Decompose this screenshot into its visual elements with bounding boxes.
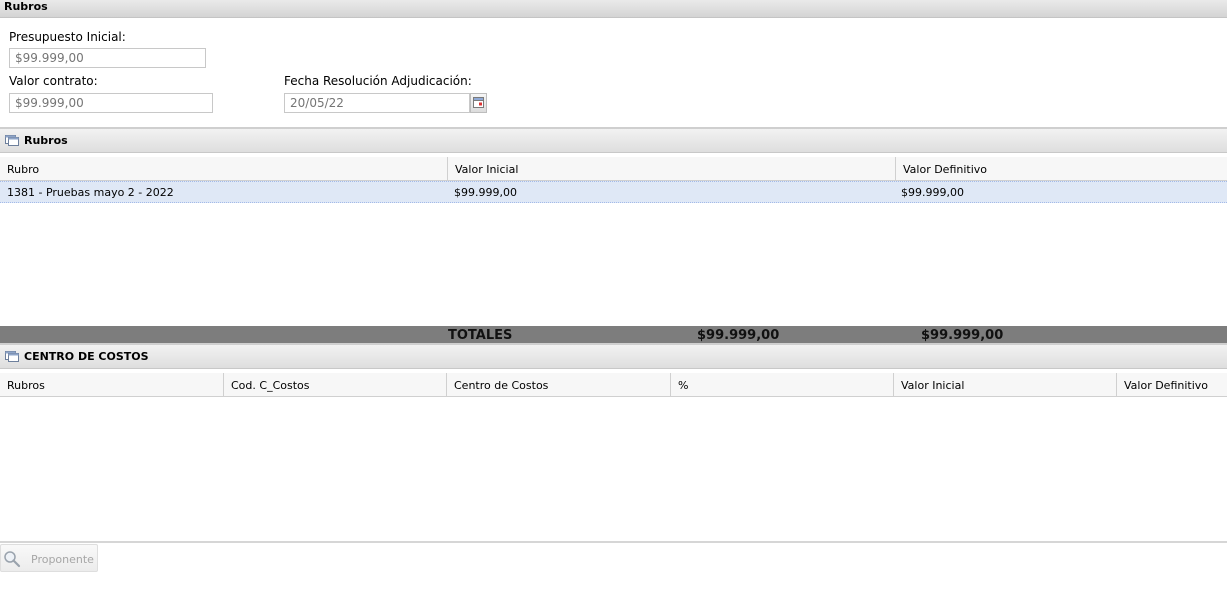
search-icon (4, 551, 21, 568)
window-icon (5, 351, 19, 362)
rubros-grid-header: Rubro Valor Inicial Valor Definitivo (0, 157, 1227, 181)
calendar-button[interactable] (470, 93, 487, 113)
calendar-icon (473, 97, 484, 108)
cell-valor-inicial: $99.999,00 (454, 186, 517, 199)
column-header-rubros[interactable]: Rubros (0, 373, 224, 396)
centro-costos-panel-header: CENTRO DE COSTOS (0, 343, 1227, 369)
centro-costos-grid-header: Rubros Cod. C_Costos Centro de Costos % … (0, 373, 1227, 397)
rubros-panel-title: Rubros (24, 134, 68, 147)
centro-costos-panel-title: CENTRO DE COSTOS (24, 350, 149, 363)
valor-contrato-label: Valor contrato: (9, 74, 98, 88)
cell-rubro: 1381 - Pruebas mayo 2 - 2022 (7, 186, 174, 199)
column-header-valor-inicial[interactable]: Valor Inicial (448, 157, 896, 180)
window-title: Rubros (4, 0, 48, 13)
column-header-valor-definitivo[interactable]: Valor Definitivo (896, 157, 1227, 180)
fecha-resolucion-label: Fecha Resolución Adjudicación: (284, 74, 472, 88)
column-header-rubro[interactable]: Rubro (0, 157, 448, 180)
divider (0, 541, 1227, 543)
proponente-button[interactable]: Proponente (0, 544, 98, 572)
totals-bar: TOTALES $99.999,00 $99.999,00 (0, 326, 1227, 343)
window-icon (5, 135, 19, 146)
rubros-panel-header: Rubros (0, 127, 1227, 153)
presupuesto-inicial-label: Presupuesto Inicial: (9, 30, 126, 44)
window-title-bar: Rubros (0, 0, 1227, 18)
table-row[interactable]: 1381 - Pruebas mayo 2 - 2022 $99.999,00 … (0, 181, 1227, 203)
column-header-valor-inicial[interactable]: Valor Inicial (894, 373, 1117, 396)
column-header-centro-de-costos[interactable]: Centro de Costos (447, 373, 671, 396)
fecha-resolucion-input[interactable] (284, 93, 470, 113)
column-header-cod-c-costos[interactable]: Cod. C_Costos (224, 373, 447, 396)
cell-valor-definitivo: $99.999,00 (901, 186, 964, 199)
proponente-button-label: Proponente (31, 553, 94, 566)
presupuesto-inicial-input[interactable] (9, 48, 206, 68)
valor-contrato-input[interactable] (9, 93, 213, 113)
column-header-valor-definitivo[interactable]: Valor Definitivo (1117, 373, 1227, 396)
column-header-porcentaje[interactable]: % (671, 373, 894, 396)
